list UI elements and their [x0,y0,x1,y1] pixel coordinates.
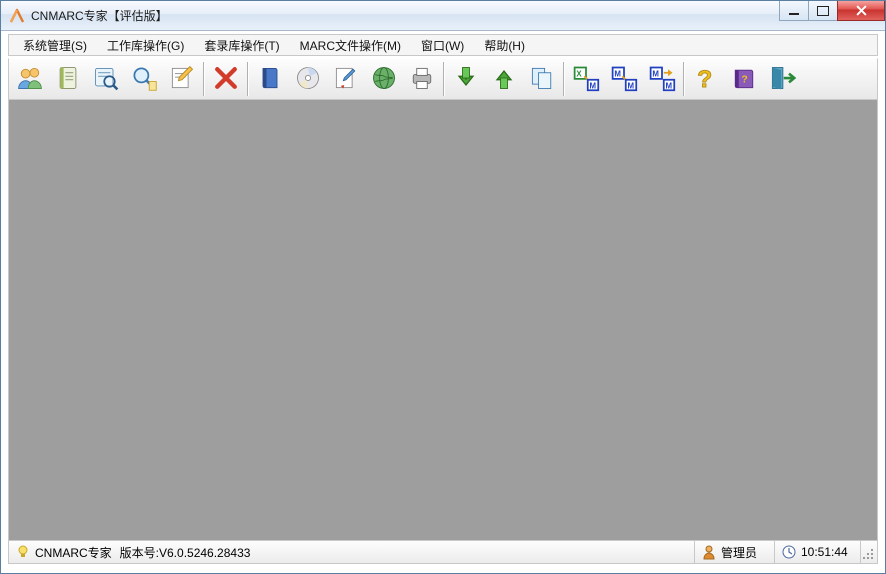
book-button[interactable] [251,61,289,97]
globe-icon [370,64,398,95]
svg-text:?: ? [741,73,747,85]
toolbar: XM MM MM ? ? [8,58,878,100]
window-title: CNMARC专家【评估版】 [31,7,168,24]
export-m-button[interactable]: MM [643,61,681,97]
toolbar-separator [443,62,445,96]
delete-button[interactable] [207,61,245,97]
import-m-icon: MM [610,64,638,95]
book-icon [256,64,284,95]
export-m-icon: MM [648,64,676,95]
disc-icon [294,64,322,95]
upload-button[interactable] [485,61,523,97]
svg-text:X: X [576,69,582,78]
search-zoom-icon [130,64,158,95]
minimize-button[interactable] [779,1,809,21]
maximize-button[interactable] [808,1,838,21]
tools-button[interactable] [327,61,365,97]
printer-icon [408,64,436,95]
resize-grip[interactable] [861,541,877,563]
svg-text:M: M [590,81,597,90]
find-data-icon [92,64,120,95]
delete-x-icon [212,64,240,95]
exit-door-icon [768,64,796,95]
menu-bar: 系统管理(S) 工作库操作(G) 套录库操作(T) MARC文件操作(M) 窗口… [8,34,878,56]
close-button[interactable] [837,1,885,21]
status-bar: CNMARC专家 版本号:V6.0.5246.28433 管理员 10:51:4… [8,540,878,564]
copy-icon [528,64,556,95]
clock-icon [781,544,797,560]
lightbulb-icon [15,544,31,560]
copy-button[interactable] [523,61,561,97]
toolbar-separator [683,62,685,96]
menu-worklib[interactable]: 工作库操作(G) [97,35,194,56]
status-time-cell: 10:51:44 [775,541,861,563]
users-icon [16,64,44,95]
exit-button[interactable] [763,61,801,97]
arrow-up-green-icon [490,64,518,95]
status-user-label: 管理员 [721,544,757,561]
disc-button[interactable] [289,61,327,97]
status-user-cell: 管理员 [695,541,775,563]
status-app-cell: CNMARC专家 版本号:V6.0.5246.28433 [9,541,695,563]
notebook-button[interactable] [49,61,87,97]
edit-note-icon [168,64,196,95]
menu-window[interactable]: 窗口(W) [411,35,474,56]
export-excel-m-button[interactable]: XM [567,61,605,97]
toolbar-separator [247,62,249,96]
globe-button[interactable] [365,61,403,97]
export-excel-m-icon: XM [572,64,600,95]
tools-icon [332,64,360,95]
menu-system[interactable]: 系统管理(S) [13,35,97,56]
user-icon [701,544,717,560]
status-time: 10:51:44 [801,545,848,559]
manual-book-icon: ? [730,64,758,95]
mdi-client-area [8,100,878,540]
notebook-icon [54,64,82,95]
menu-marcfile[interactable]: MARC文件操作(M) [290,35,411,56]
menu-help[interactable]: 帮助(H) [474,35,535,56]
manual-button[interactable]: ? [725,61,763,97]
svg-text:?: ? [697,65,712,91]
svg-text:M: M [652,69,659,78]
arrow-down-green-icon [452,64,480,95]
menu-catalog[interactable]: 套录库操作(T) [194,35,289,56]
app-icon [9,8,25,24]
search-zoom-button[interactable] [125,61,163,97]
edit-note-button[interactable] [163,61,201,97]
find-data-button[interactable] [87,61,125,97]
toolbar-separator [563,62,565,96]
svg-text:M: M [628,81,635,90]
help-question-icon: ? [692,64,720,95]
svg-text:M: M [614,69,621,78]
import-m-button[interactable]: MM [605,61,643,97]
users-button[interactable] [11,61,49,97]
toolbar-separator [203,62,205,96]
help-button[interactable]: ? [687,61,725,97]
svg-text:M: M [666,81,673,90]
download-button[interactable] [447,61,485,97]
status-version-label: 版本号:V6.0.5246.28433 [120,544,251,561]
printer-button[interactable] [403,61,441,97]
window-controls [780,1,885,21]
status-app-label: CNMARC专家 [35,544,112,561]
title-bar: CNMARC专家【评估版】 [1,1,885,31]
